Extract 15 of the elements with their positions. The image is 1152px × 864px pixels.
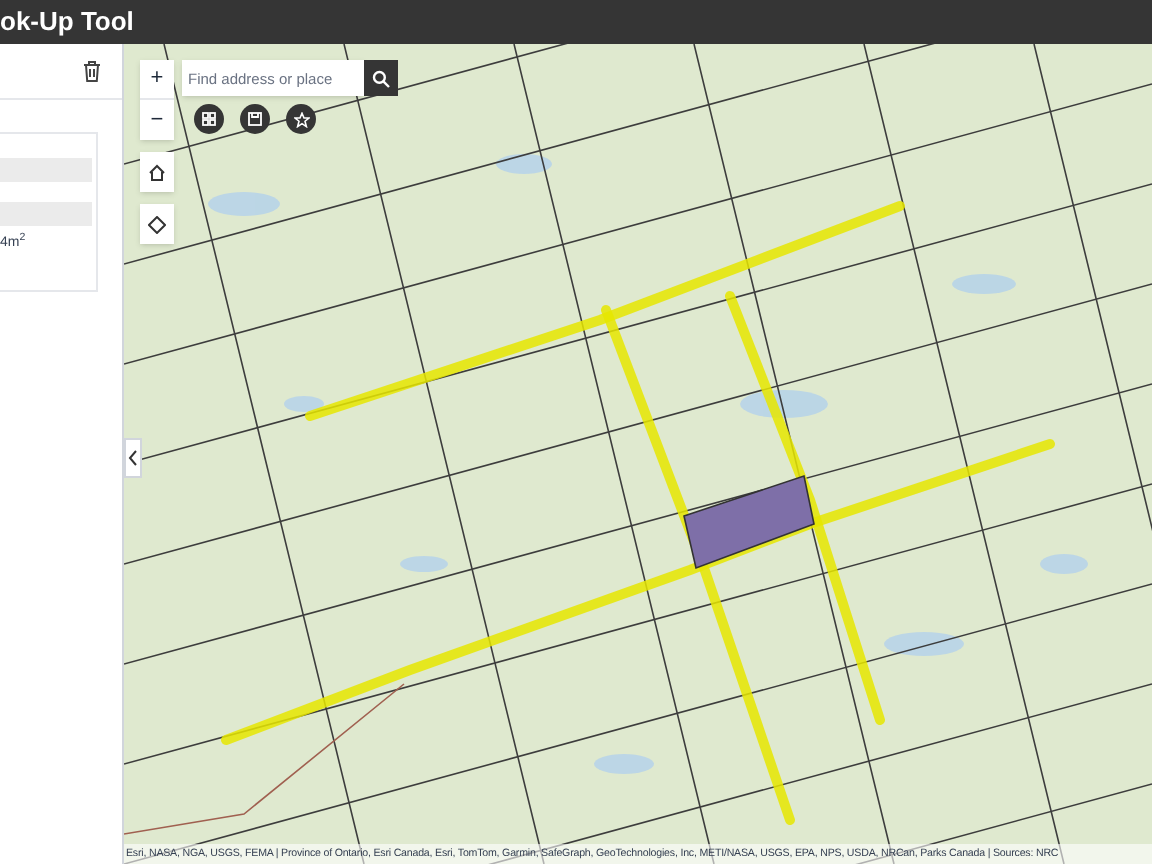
locate-icon (148, 215, 166, 233)
home-button[interactable] (140, 152, 174, 192)
chevron-left-icon (128, 450, 138, 466)
trash-icon[interactable] (82, 60, 102, 82)
grid-icon (202, 112, 216, 126)
home-icon (148, 163, 166, 181)
zoom-out-button[interactable]: − (140, 100, 174, 140)
app-title: ok-Up Tool (0, 4, 134, 41)
locate-button[interactable] (140, 204, 174, 244)
search-button[interactable] (364, 60, 398, 96)
save-icon (248, 112, 262, 126)
collapse-panel-button[interactable] (124, 438, 142, 478)
star-icon (293, 111, 309, 127)
search-icon (372, 69, 390, 87)
zoom-in-button[interactable]: + (140, 60, 174, 100)
